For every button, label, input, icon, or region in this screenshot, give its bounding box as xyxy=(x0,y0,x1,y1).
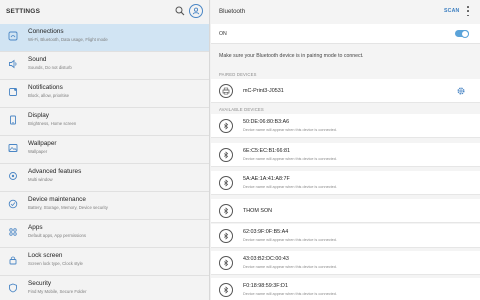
bluetooth-device-icon xyxy=(219,204,233,218)
settings-header: SETTINGS xyxy=(0,0,209,22)
menu-item-device-maintenance[interactable]: Device maintenance Battery, Storage, Mem… xyxy=(0,192,209,220)
notifications-icon xyxy=(9,88,17,96)
available-device-row[interactable]: 6E:C5:EC:B1:66:81 Device name will appea… xyxy=(211,143,480,167)
menu-item-subtitle: Block, allow, prioritise xyxy=(28,93,70,98)
scan-button[interactable]: SCAN xyxy=(444,8,460,14)
bluetooth-header: Bluetooth SCAN xyxy=(211,0,480,22)
menu-item-title: Apps xyxy=(28,224,43,231)
bluetooth-toggle-row[interactable]: ON xyxy=(211,24,480,44)
menu-item-subtitle: Multi window xyxy=(28,177,53,182)
device-name: 5A:AE:1A:41:A8:7F xyxy=(243,176,290,182)
available-device-row[interactable]: 5A:AE:1A:41:A8:7F Device name will appea… xyxy=(211,171,480,195)
menu-item-title: Security xyxy=(28,280,52,287)
display-icon xyxy=(10,115,16,125)
device-name: 6E:C5:EC:B1:66:81 xyxy=(243,148,291,154)
printer-icon xyxy=(219,84,233,98)
menu-item-sound[interactable]: Sound Sounds, Do not disturb xyxy=(0,52,209,80)
device-name: 43:03:B2:DC:00:43 xyxy=(243,256,289,262)
device-name: 50:DE:06:80:B3:A6 xyxy=(243,119,290,125)
available-device-row[interactable]: 62:03:9F:0F:B5:A4 Device name will appea… xyxy=(211,224,480,248)
available-devices-label: AVAILABLE DEVICES xyxy=(219,107,264,112)
menu-item-lock-screen[interactable]: Lock screen Screen lock type, Clock styl… xyxy=(0,248,209,276)
menu-item-wallpaper[interactable]: Wallpaper Wallpaper xyxy=(0,136,209,164)
on-label: ON xyxy=(219,31,227,37)
available-device-row[interactable]: 43:03:B2:DC:00:43 Device name will appea… xyxy=(211,251,480,275)
menu-item-subtitle: Default apps, App permissions xyxy=(28,233,87,238)
lock-icon xyxy=(9,256,17,265)
shield-icon xyxy=(9,283,17,293)
menu-item-subtitle: Battery, Storage, Memory, Device securit… xyxy=(28,205,108,210)
menu-item-subtitle: Wi-Fi, Bluetooth, Data usage, Flight mod… xyxy=(28,37,108,42)
available-device-row[interactable]: THOM SON xyxy=(211,199,480,223)
menu-item-apps[interactable]: Apps Default apps, App permissions xyxy=(0,220,209,248)
device-maintenance-icon xyxy=(8,199,18,209)
bluetooth-toggle[interactable] xyxy=(455,29,469,38)
device-subtitle: Device name will appear when this device… xyxy=(243,238,337,242)
settings-panel: SETTINGS Connections Wi-Fi, Bluetooth, D… xyxy=(0,0,210,300)
available-device-row[interactable]: 50:DE:06:80:B3:A6 Device name will appea… xyxy=(211,114,480,138)
bluetooth-device-icon xyxy=(219,283,233,297)
menu-item-subtitle: Wallpaper xyxy=(28,149,48,154)
paired-devices-label: PAIRED DEVICES xyxy=(219,72,257,77)
device-name: F0:18:98:59:3F:D1 xyxy=(243,283,288,289)
menu-item-notifications[interactable]: Notifications Block, allow, prioritise xyxy=(0,80,209,108)
menu-item-title: Display xyxy=(28,112,49,119)
wallpaper-icon xyxy=(8,144,18,152)
device-subtitle: Device name will appear when this device… xyxy=(243,265,337,269)
menu-item-title: Sound xyxy=(28,56,47,63)
gear-icon[interactable] xyxy=(456,86,466,96)
device-subtitle: Device name will appear when this device… xyxy=(243,185,337,189)
advanced-features-icon xyxy=(9,172,17,180)
bluetooth-device-icon xyxy=(219,229,233,243)
bluetooth-device-icon xyxy=(219,256,233,270)
device-subtitle: Device name will appear when this device… xyxy=(243,157,337,161)
settings-title: SETTINGS xyxy=(6,7,41,15)
toggle-knob xyxy=(461,29,469,38)
menu-item-subtitle: Screen lock type, Clock style xyxy=(28,261,83,266)
available-device-row[interactable]: F0:18:98:59:3F:D1 Device name will appea… xyxy=(211,278,480,300)
menu-item-title: Device maintenance xyxy=(28,196,86,203)
search-icon[interactable] xyxy=(175,6,185,16)
menu-item-title: Wallpaper xyxy=(28,140,57,147)
menu-item-title: Notifications xyxy=(28,84,63,91)
menu-item-title: Advanced features xyxy=(28,168,82,175)
menu-item-subtitle: Sounds, Do not disturb xyxy=(28,65,72,70)
profile-icon xyxy=(192,7,200,15)
menu-item-subtitle: Find My Mobile, Secure Folder xyxy=(28,289,87,294)
profile-button[interactable] xyxy=(189,4,203,18)
paired-device-row[interactable]: mC-Print3-J0531 xyxy=(211,79,480,103)
connections-icon xyxy=(8,31,18,41)
device-name: mC-Print3-J0531 xyxy=(243,88,284,94)
menu-item-advanced-features[interactable]: Advanced features Multi window xyxy=(0,164,209,192)
menu-item-connections[interactable]: Connections Wi-Fi, Bluetooth, Data usage… xyxy=(0,24,209,52)
device-subtitle: Device name will appear when this device… xyxy=(243,128,337,132)
bluetooth-device-icon xyxy=(219,176,233,190)
menu-item-display[interactable]: Display Brightness, Home screen xyxy=(0,108,209,136)
sound-icon xyxy=(9,59,17,69)
pairing-hint: Make sure your Bluetooth device is in pa… xyxy=(219,53,364,59)
bluetooth-device-icon xyxy=(219,148,233,162)
menu-item-title: Connections xyxy=(28,28,64,35)
page-title: Bluetooth xyxy=(219,8,246,15)
apps-icon xyxy=(9,228,17,236)
bluetooth-panel: Bluetooth SCAN ON Make sure your Bluetoo… xyxy=(211,0,480,300)
menu-item-security[interactable]: Security Find My Mobile, Secure Folder xyxy=(0,276,209,300)
menu-item-title: Lock screen xyxy=(28,252,63,259)
bluetooth-device-icon xyxy=(219,119,233,133)
more-options-icon[interactable] xyxy=(466,6,470,16)
device-name: THOM SON xyxy=(243,208,273,214)
menu-item-subtitle: Brightness, Home screen xyxy=(28,121,77,126)
device-subtitle: Device name will appear when this device… xyxy=(243,292,337,296)
device-name: 62:03:9F:0F:B5:A4 xyxy=(243,229,289,235)
